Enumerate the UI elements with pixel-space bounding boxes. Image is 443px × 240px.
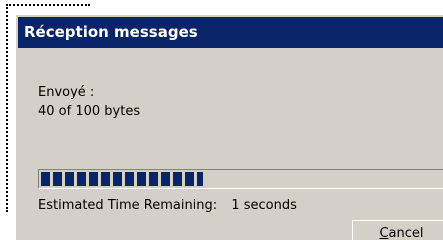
eta-line: Estimated Time Remaining: 1 seconds (38, 198, 297, 213)
sent-label: Envoyé : (38, 85, 95, 100)
dotted-outline-top (6, 4, 90, 6)
screen: Réception messages Envoyé : 40 of 100 by… (0, 0, 443, 240)
cancel-accelerator: C (379, 226, 389, 240)
cancel-button[interactable]: Cancel (352, 220, 443, 240)
dotted-outline-left (6, 4, 8, 212)
progress-bar (38, 169, 443, 189)
progress-dialog: Réception messages Envoyé : 40 of 100 by… (14, 13, 443, 240)
eta-value: 1 seconds (231, 198, 297, 213)
eta-label: Estimated Time Remaining: (38, 198, 218, 213)
cancel-label-rest: ancel (388, 226, 424, 240)
progress-track (41, 172, 443, 186)
dialog-title-bar[interactable]: Réception messages (18, 17, 443, 48)
dialog-title: Réception messages (24, 23, 198, 41)
progress-fill (41, 172, 204, 186)
sent-value: 40 of 100 bytes (38, 104, 141, 119)
